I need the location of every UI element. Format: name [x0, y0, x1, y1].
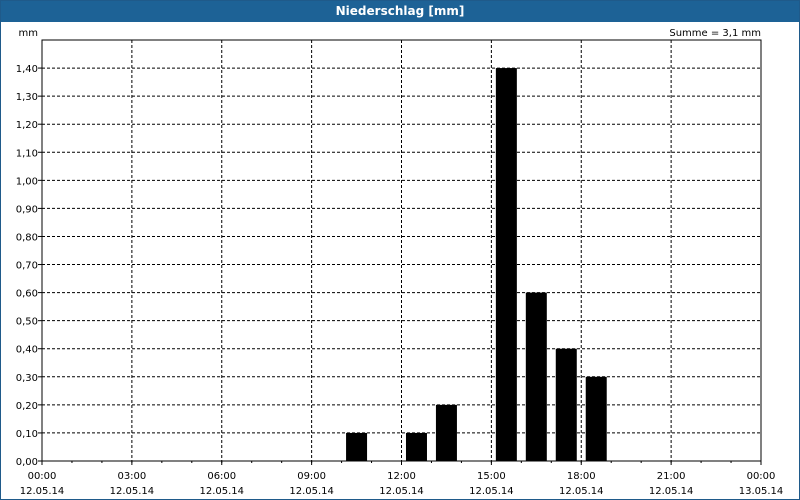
y-tick-label: 1,20 — [16, 120, 38, 131]
x-tick-date: 12.05.14 — [110, 486, 155, 497]
x-tick-date: 12.05.14 — [649, 486, 694, 497]
x-tick-time: 06:00 — [207, 471, 236, 482]
x-tick-date: 12.05.14 — [379, 486, 424, 497]
precipitation-chart: 0,00 0,10 0,20 0,30 0,40 0,50 0,60 0,70 0,80 0,90… — [16, 28, 784, 497]
x-tick-time: 15:00 — [477, 471, 506, 482]
y-tick-label: 0,70 — [16, 261, 38, 272]
bar — [495, 68, 517, 462]
y-tick-label: 0,10 — [16, 429, 38, 440]
y-axis-unit: mm — [19, 28, 38, 39]
y-tick-label: 0,40 — [16, 345, 38, 356]
y-tick-label: 0,00 — [16, 457, 38, 468]
x-tick-date: 12.05.14 — [20, 486, 65, 497]
x-tick-date: 12.05.14 — [289, 486, 334, 497]
y-tick-label: 0,60 — [16, 289, 38, 300]
bar — [346, 432, 368, 461]
sum-annotation: Summe = 3,1 mm — [669, 28, 761, 39]
x-tick-time: 03:00 — [117, 471, 146, 482]
x-tick-date: 13.05.14 — [739, 486, 784, 497]
bar — [525, 292, 547, 461]
y-tick-label: 1,10 — [16, 148, 38, 159]
x-tick-time: 09:00 — [297, 471, 326, 482]
chart-window: Niederschlag [mm] 0,00 0,10 0,20 0,30 0,40 0,… — [0, 0, 800, 500]
window-title: Niederschlag [mm] — [1, 1, 799, 22]
x-tick-time: 12:00 — [387, 471, 416, 482]
x-tick-date: 12.05.14 — [559, 486, 604, 497]
y-tick-label: 0,90 — [16, 204, 38, 215]
y-tick-label: 1,00 — [16, 176, 38, 187]
x-tick-time: 00:00 — [747, 471, 776, 482]
bar — [555, 348, 577, 461]
x-tick-time: 00:00 — [28, 471, 57, 482]
bar — [435, 404, 457, 461]
y-tick-label: 1,40 — [16, 64, 38, 75]
y-tick-label: 1,30 — [16, 92, 38, 103]
x-tick-date: 12.05.14 — [469, 486, 514, 497]
x-tick-time: 21:00 — [657, 471, 686, 482]
x-tick-time: 18:00 — [567, 471, 596, 482]
y-tick-label: 0,80 — [16, 232, 38, 243]
y-tick-label: 0,50 — [16, 317, 38, 328]
x-tick-date: 12.05.14 — [199, 486, 244, 497]
y-tick-label: 0,30 — [16, 373, 38, 384]
bar — [405, 432, 427, 461]
y-tick-label: 0,20 — [16, 401, 38, 412]
bar — [585, 376, 607, 461]
